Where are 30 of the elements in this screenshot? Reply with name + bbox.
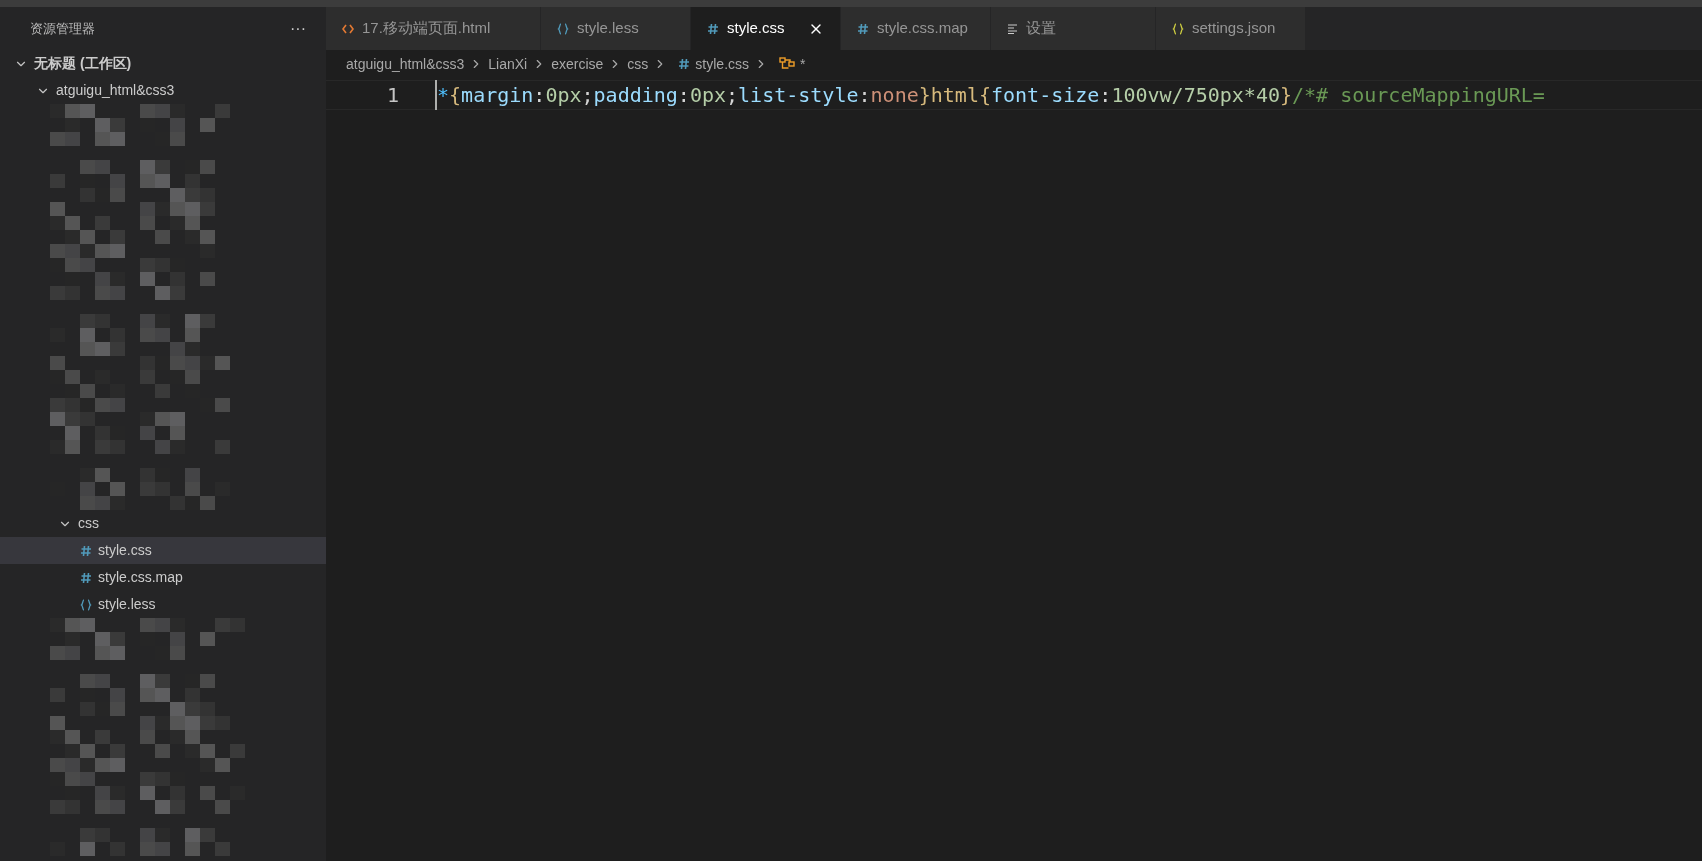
editor-tab[interactable]: 17.移动端页面.html bbox=[326, 7, 541, 50]
hash-icon bbox=[80, 571, 92, 584]
file-item[interactable]: style.less bbox=[0, 591, 326, 618]
breadcrumb-item[interactable]: LianXi bbox=[488, 53, 528, 75]
file-item[interactable]: style.css.map bbox=[0, 564, 326, 591]
breadcrumb-item[interactable]: * bbox=[800, 53, 806, 75]
code-brackets-icon bbox=[342, 23, 354, 34]
editor-tab[interactable]: style.less bbox=[541, 7, 691, 50]
folder-item[interactable]: css bbox=[0, 510, 326, 537]
breadcrumb-item[interactable]: style.css bbox=[695, 53, 750, 75]
editor-tab[interactable]: settings.json bbox=[1156, 7, 1306, 50]
hash-icon bbox=[80, 544, 92, 557]
lines-icon bbox=[1007, 23, 1018, 34]
folder-item[interactable]: atguigu_html&css3 bbox=[0, 77, 326, 104]
symbol-tree-icon bbox=[779, 57, 796, 71]
editor-tab[interactable]: 设置 bbox=[991, 7, 1156, 50]
code-line: *{margin:0px;padding:0px;list-style:none}html{font-size:100vw/750px*40}/*# sourceMappingURL= bbox=[435, 80, 1545, 110]
sidebar-title: 资源管理器 bbox=[30, 19, 95, 38]
editor-tab[interactable]: style.css bbox=[691, 7, 841, 50]
line-number: 1 bbox=[385, 82, 400, 109]
more-button[interactable]: ··· bbox=[290, 16, 306, 41]
file-item[interactable]: style.css bbox=[0, 537, 326, 564]
breadcrumb-item[interactable]: exercise bbox=[551, 53, 604, 75]
hash-icon bbox=[707, 22, 719, 35]
breadcrumb-item[interactable]: css bbox=[627, 53, 649, 75]
folder-item[interactable]: 无标题 (工作区) bbox=[0, 50, 326, 77]
hash-icon bbox=[678, 58, 691, 70]
editor-tab[interactable]: style.css.map bbox=[841, 7, 991, 50]
hash-icon bbox=[857, 22, 869, 35]
breadcrumb-item[interactable]: atguigu_html&css3 bbox=[346, 53, 465, 75]
